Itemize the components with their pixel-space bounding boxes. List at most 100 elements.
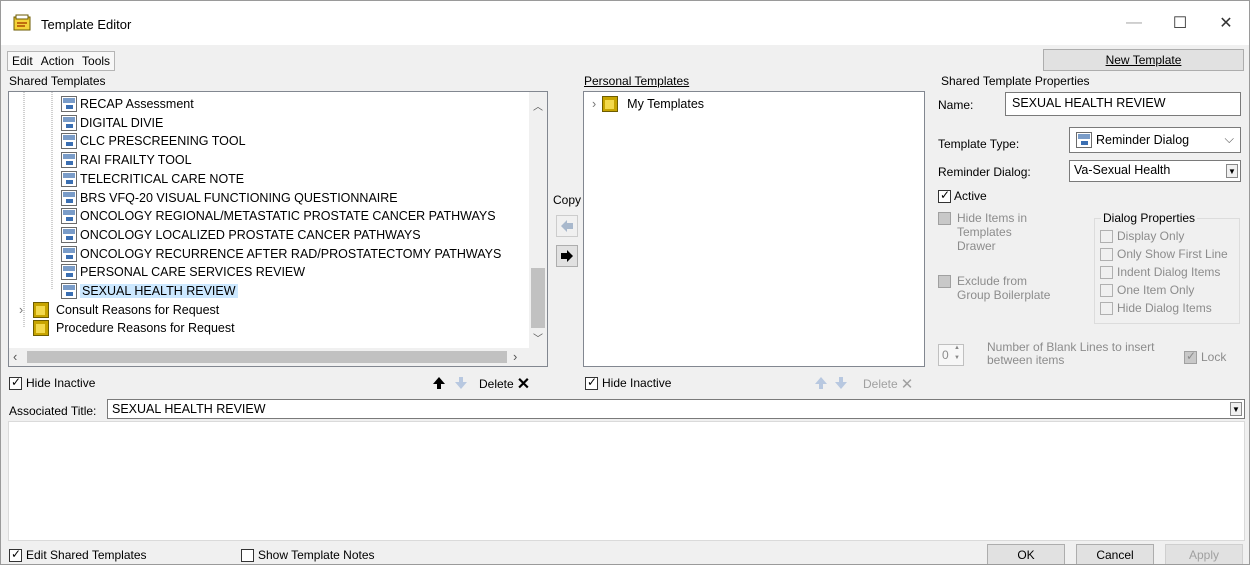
edit-shared-checkbox[interactable] (9, 547, 22, 562)
associated-title-select[interactable]: SEXUAL HEALTH REVIEW ▼ (107, 399, 1245, 419)
tree-item-template[interactable]: PERSONAL CARE SERVICES REVIEW (61, 263, 305, 281)
tree-item-folder[interactable]: › Consult Reasons for Request (19, 301, 219, 319)
new-template-button[interactable]: New Template (1043, 49, 1244, 71)
scroll-left-icon[interactable]: ‹ (13, 349, 17, 364)
template-label: ONCOLOGY REGIONAL/METASTATIC PROSTATE CA… (80, 209, 496, 224)
show-notes-option[interactable]: Show Template Notes (241, 548, 375, 562)
shared-templates-tree[interactable]: RECAP Assessment DIGITAL DIVIE CLC PRESCRE… (8, 91, 548, 367)
dialog-property-checkbox[interactable] (1100, 265, 1113, 279)
move-up-icon[interactable] (431, 375, 447, 391)
show-notes-checkbox[interactable] (241, 548, 254, 562)
template-icon (61, 152, 77, 169)
template-type-label: Template Type: (938, 137, 1020, 151)
shared-delete-label: Delete (479, 377, 514, 391)
tree-item-template[interactable]: BRS VFQ-20 VISUAL FUNCTIONING QUESTIONNA… (61, 189, 398, 207)
edit-shared-option[interactable]: Edit Shared Templates (9, 547, 147, 562)
maximize-button[interactable]: ☐ (1157, 1, 1203, 45)
template-label: PERSONAL CARE SERVICES REVIEW (80, 265, 306, 280)
dialog-property-option[interactable]: One Item Only (1100, 283, 1194, 297)
dialog-property-option[interactable]: Display Only (1100, 229, 1184, 243)
personal-hide-inactive-checkbox[interactable] (585, 375, 598, 390)
scroll-right-icon[interactable]: › (513, 349, 517, 364)
lock-option[interactable]: Lock (1184, 349, 1226, 364)
cancel-button[interactable]: Cancel (1076, 544, 1154, 564)
apply-button[interactable]: Apply (1165, 544, 1243, 564)
tree-item-template[interactable]: ONCOLOGY LOCALIZED PROSTATE CANCER PATHW… (61, 226, 421, 244)
tree-item-template[interactable]: DIGITAL DIVIE (61, 114, 163, 132)
personal-templates-header: Personal Templates (584, 74, 690, 88)
copy-left-button[interactable] (556, 215, 578, 237)
tree-item-template[interactable]: SEXUAL HEALTH REVIEW (61, 282, 238, 300)
folder-icon (33, 301, 49, 318)
blank-lines-spinner[interactable]: 0 ▲ ▼ (938, 344, 964, 366)
shared-hide-inactive-checkbox[interactable] (9, 375, 22, 390)
shared-delete-button[interactable]: Delete ✕ (479, 374, 530, 394)
menu-tools[interactable]: Tools (82, 54, 110, 68)
dialog-property-checkbox[interactable] (1100, 283, 1113, 297)
shared-vertical-scrollbar[interactable]: ︿ ﹀ (529, 92, 547, 348)
shared-horizontal-scrollbar[interactable]: ‹ › (9, 348, 547, 366)
spin-up-icon[interactable]: ▲ (954, 345, 960, 351)
dialog-property-option[interactable]: Only Show First Line (1100, 247, 1228, 261)
template-type-value: Reminder Dialog (1096, 133, 1190, 147)
personal-hide-inactive[interactable]: Hide Inactive (585, 375, 671, 390)
dialog-property-checkbox[interactable] (1100, 247, 1113, 261)
copy-right-button[interactable] (556, 245, 578, 267)
tree-item-folder[interactable]: Procedure Reasons for Request (19, 319, 235, 337)
template-type-select[interactable]: Reminder Dialog ⌵ (1069, 127, 1241, 153)
personal-move-down-icon[interactable] (833, 375, 849, 391)
exclude-option[interactable]: Exclude from Group Boilerplate (938, 274, 1050, 302)
hide-items-line1: Hide Items in (957, 211, 1028, 225)
dialog-property-option[interactable]: Hide Dialog Items (1100, 301, 1212, 315)
menu-edit[interactable]: Edit (12, 54, 33, 68)
edit-shared-label: Edit Shared Templates (26, 548, 147, 562)
template-icon (61, 264, 77, 281)
hide-items-line3: Drawer (957, 239, 996, 253)
active-option[interactable]: Active (938, 188, 987, 203)
scroll-down-icon[interactable]: ﹀ (533, 330, 543, 345)
name-label: Name: (938, 98, 974, 112)
menu-action[interactable]: Action (41, 54, 74, 68)
shared-hscroll-thumb[interactable] (27, 351, 507, 363)
minimize-button[interactable]: — (1111, 1, 1157, 45)
tree-item-template[interactable]: RAI FRAILTY TOOL (61, 151, 192, 169)
tree-item-template[interactable]: ONCOLOGY REGIONAL/METASTATIC PROSTATE CA… (61, 207, 496, 225)
dialog-property-option[interactable]: Indent Dialog Items (1100, 265, 1220, 279)
shared-scroll-thumb[interactable] (531, 268, 545, 328)
exclude-checkbox[interactable] (938, 275, 951, 288)
folder-label: Consult Reasons for Request (56, 302, 220, 317)
delete-x-icon: ✕ (516, 376, 531, 393)
tree-item-template[interactable]: TELECRITICAL CARE NOTE (61, 170, 244, 188)
tree-item-my-templates[interactable]: › My Templates (592, 95, 704, 113)
template-label: ONCOLOGY RECURRENCE AFTER RAD/PROSTATECT… (80, 246, 502, 261)
move-down-icon[interactable] (453, 375, 469, 391)
hide-items-option[interactable]: Hide Items in Templates Drawer (938, 211, 1027, 253)
personal-move-up-icon[interactable] (813, 375, 829, 391)
personal-templates-tree[interactable]: › My Templates (583, 91, 925, 367)
hide-items-checkbox[interactable] (938, 212, 951, 225)
template-icon (61, 189, 77, 206)
template-notes-area[interactable] (8, 421, 1245, 541)
name-field[interactable]: SEXUAL HEALTH REVIEW (1005, 92, 1241, 116)
dialog-property-checkbox[interactable] (1100, 301, 1113, 315)
expand-chevron-icon[interactable]: › (19, 303, 33, 317)
dialog-property-label: Only Show First Line (1117, 247, 1228, 261)
ok-button[interactable]: OK (987, 544, 1065, 564)
personal-delete-button[interactable]: Delete ✕ (863, 375, 913, 393)
blank-lines-label: Number of Blank Lines to insert between … (987, 341, 1154, 367)
tree-item-template[interactable]: RECAP Assessment (61, 95, 194, 113)
dialog-properties-header: Dialog Properties (1101, 211, 1198, 225)
scroll-up-icon[interactable]: ︿ (533, 98, 543, 113)
associated-dropdown-icon[interactable]: ▼ (1230, 402, 1242, 416)
dropdown-arrow-icon[interactable]: ▼ (1226, 164, 1238, 178)
active-checkbox[interactable] (938, 188, 951, 203)
tree-item-template[interactable]: ONCOLOGY RECURRENCE AFTER RAD/PROSTATECT… (61, 245, 501, 263)
close-button[interactable]: ✕ (1203, 1, 1249, 45)
spin-down-icon[interactable]: ▼ (954, 355, 960, 361)
tree-item-template[interactable]: CLC PRESCREENING TOOL (61, 132, 246, 150)
expand-chevron-icon[interactable]: › (592, 97, 596, 111)
reminder-dialog-select[interactable]: Va-Sexual Health ▼ (1069, 160, 1241, 182)
lock-checkbox[interactable] (1184, 349, 1197, 364)
shared-hide-inactive[interactable]: Hide Inactive (9, 375, 95, 390)
dialog-property-checkbox[interactable] (1100, 229, 1113, 243)
